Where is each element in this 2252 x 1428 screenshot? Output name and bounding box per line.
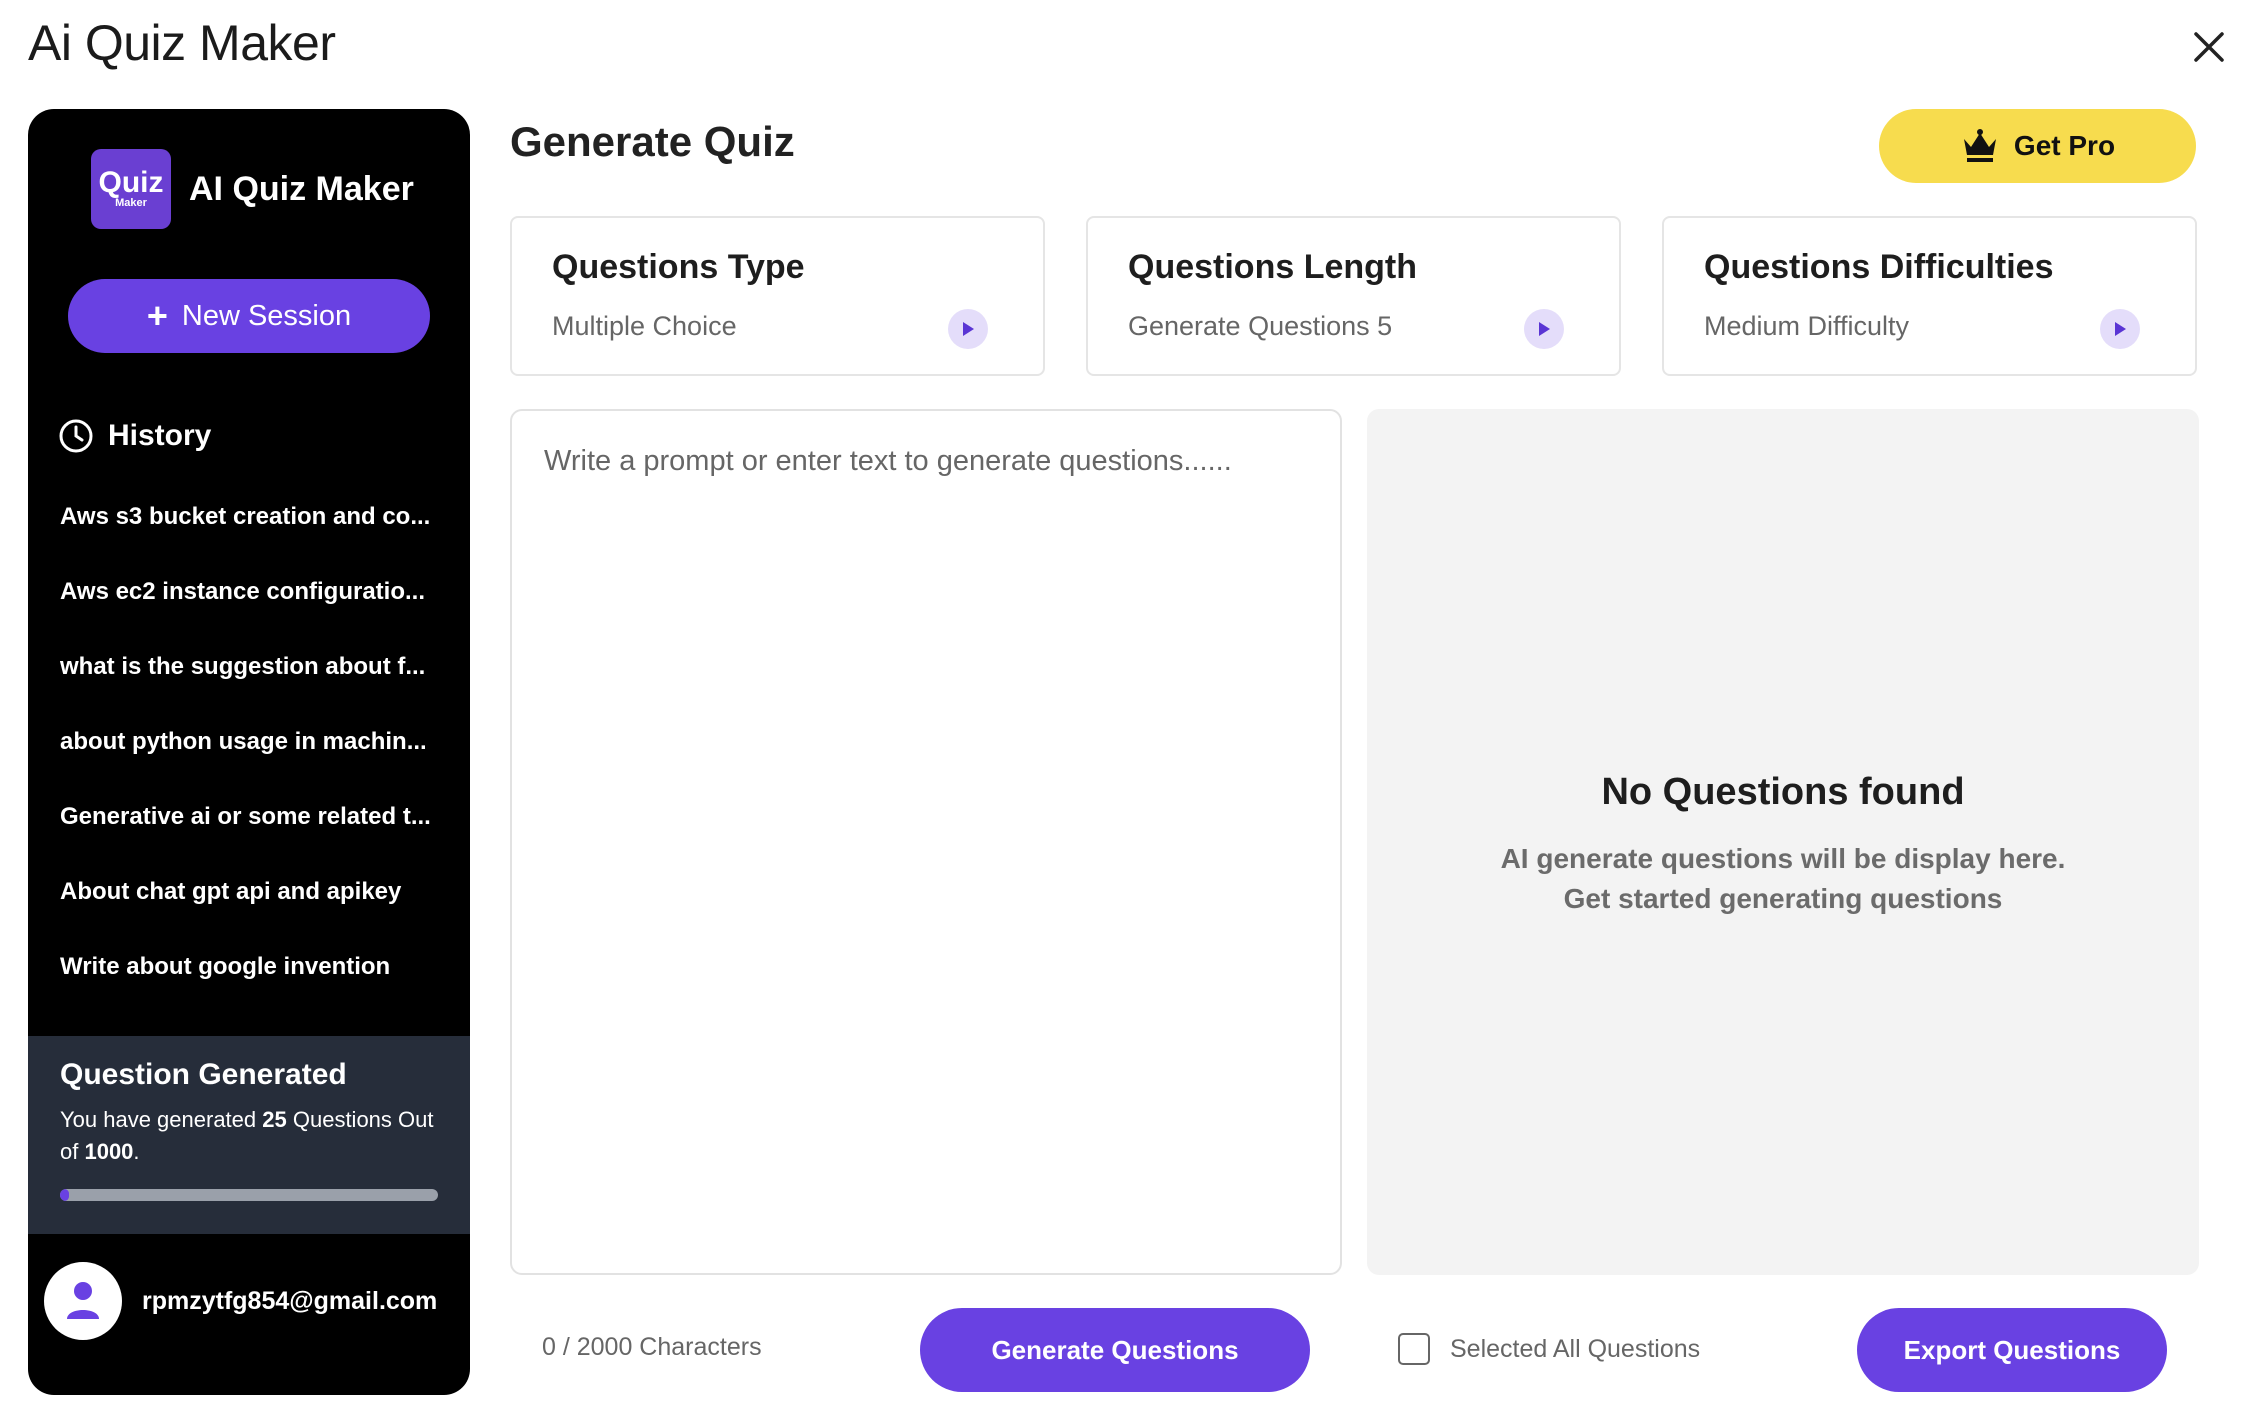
close-icon[interactable] [2184,22,2234,72]
progress-bar [60,1189,438,1201]
card-value: Medium Difficulty [1704,311,1910,341]
play-icon[interactable] [2100,309,2140,349]
crown-icon [1963,129,1996,162]
empty-state-line-1: AI generate questions will be display he… [1500,843,2066,874]
history-item[interactable]: Aws ec2 instance configuratio... [60,569,440,644]
history-item[interactable]: Aws s3 bucket creation and co... [60,494,440,569]
history-label: History [108,419,212,452]
select-all-label: Selected All Questions [1450,1334,1701,1363]
play-icon[interactable] [948,309,988,349]
quiz-maker-logo: Quiz Maker [91,149,171,229]
stats-total-count: 1000 [84,1139,134,1164]
plus-icon: + [146,295,168,336]
history-item[interactable]: about python usage in machin... [60,719,440,794]
sidebar-top: Quiz Maker AI Quiz Maker + New Session H… [28,109,470,979]
user-icon [67,1282,99,1319]
empty-state-title: No Questions found [1601,771,1965,813]
sidebar: Quiz Maker AI Quiz Maker + New Session H… [28,109,470,1395]
play-icon[interactable] [1524,309,1564,349]
card-title: Questions Difficulties [1704,248,2054,286]
questions-result-panel: No Questions found AI generate questions… [1367,409,2199,1275]
window-title: Ai Quiz Maker [28,15,336,71]
get-pro-button[interactable]: Get Pro [1879,109,2196,183]
card-title: Questions Type [552,248,805,286]
character-count: 0 / 2000 Characters [542,1333,762,1361]
card-title: Questions Length [1128,248,1417,286]
empty-state-line-2: Get started generating questions [1563,883,2003,914]
clock-icon [59,419,93,453]
card-value: Multiple Choice [552,311,737,341]
brand: Quiz Maker AI Quiz Maker [91,149,414,229]
user-profile[interactable]: rpmzytfg854@gmail.com [44,1262,437,1340]
stats-title: Question Generated [60,1058,347,1091]
empty-state-description: AI generate questions will be display he… [1367,839,2199,919]
new-session-button[interactable]: + New Session [68,279,430,353]
generate-questions-button[interactable]: Generate Questions [920,1308,1310,1392]
export-questions-button[interactable]: Export Questions [1857,1308,2167,1392]
prompt-textarea[interactable] [510,409,1342,1275]
progress-fill [60,1189,70,1201]
brand-name: AI Quiz Maker [189,169,414,208]
history-item[interactable]: Write about google invention [60,944,440,979]
logo-line-2: Maker [115,197,147,209]
stats-panel: Question Generated You have generated 25… [28,1036,470,1234]
avatar [44,1262,122,1340]
questions-difficulty-card[interactable]: Questions Difficulties Medium Difficulty [1662,216,2197,376]
stats-desc-prefix: You have generated [60,1107,263,1132]
history-item[interactable]: About chat gpt api and apikey [60,869,440,944]
history-item[interactable]: what is the suggestion about f... [60,644,440,719]
stats-desc-suffix: . [133,1139,140,1164]
select-all-checkbox[interactable]: Selected All Questions [1398,1333,1700,1365]
history-list: Aws s3 bucket creation and co... Aws ec2… [60,494,440,979]
page-title: Generate Quiz [510,118,795,165]
user-email: rpmzytfg854@gmail.com [142,1286,438,1315]
logo-line-1: Quiz [98,166,164,199]
checkbox[interactable] [1398,1333,1430,1365]
history-header: History [58,418,211,454]
history-item[interactable]: Generative ai or some related t... [60,794,440,869]
card-value: Generate Questions 5 [1128,311,1393,341]
get-pro-label: Get Pro [2013,130,2116,161]
stats-generated-count: 25 [262,1107,287,1132]
questions-length-card[interactable]: Questions Length Generate Questions 5 [1086,216,1621,376]
stats-description: You have generated 25 Questions Out of 1… [60,1104,438,1168]
new-session-label: New Session [181,299,352,332]
questions-type-card[interactable]: Questions Type Multiple Choice [510,216,1045,376]
